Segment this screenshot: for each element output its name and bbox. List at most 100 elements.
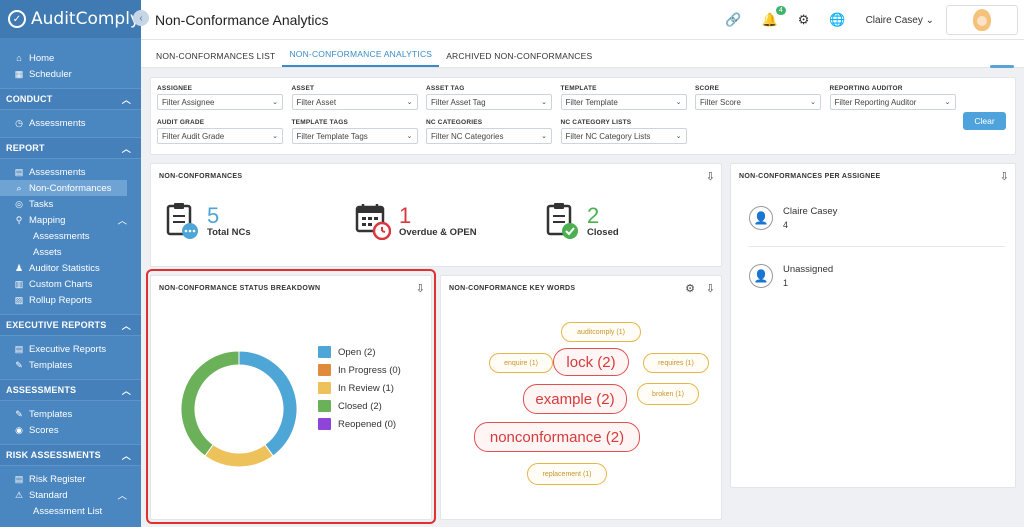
filter-select[interactable]: Filter Template ⌄ (560, 94, 687, 110)
stat-total-value: 5 (207, 202, 220, 228)
user-name: Claire Casey (865, 14, 923, 26)
bell-icon[interactable]: 🔔 4 (762, 6, 786, 28)
keyword-tag[interactable]: auditcomply (1) (561, 322, 641, 342)
assignee-name: Claire Casey (783, 206, 838, 217)
sidebar-item-mapping[interactable]: ⚲ Mapping ︿ (0, 212, 141, 228)
filter-score: SCORE Filter Score ⌄ (695, 85, 821, 110)
filter-select[interactable]: Filter Reporting Auditor ⌄ (829, 94, 956, 110)
section-title: CONDUCT (6, 94, 53, 104)
section-title: REPORT (6, 143, 45, 153)
keyword-tag[interactable]: example (2) (523, 384, 627, 414)
sidebar-item-risk-register[interactable]: ▤ Risk Register (0, 471, 141, 487)
stat-closed-value: 2 (587, 202, 600, 228)
donut-slice-closed[interactable] (180, 350, 240, 457)
filter-select[interactable]: Filter NC Category Lists ⌄ (560, 128, 687, 144)
sidebar-item-templates[interactable]: ✎ Templates (0, 406, 141, 422)
filter-placeholder: Filter Asset (296, 97, 337, 107)
cloud-download-icon[interactable]: ⇩ (706, 282, 715, 295)
sidebar-section-assessments[interactable]: ASSESSMENTS ︿ (0, 379, 141, 401)
sidebar-item-non-conformances[interactable]: ⌕ Non-Conformances (0, 180, 127, 196)
user-icon: 👤 (749, 206, 773, 230)
sidebar-item-label: Home (29, 52, 55, 64)
tab-non-conformance-analytics[interactable]: NON-CONFORMANCE ANALYTICS (282, 49, 440, 67)
sidebar-item-assessments[interactable]: ◷ Assessments (0, 115, 141, 131)
chevron-up-icon: ︿ (121, 450, 131, 461)
filter-select[interactable]: Filter Asset Tag ⌄ (426, 94, 552, 110)
sidebar-item-tasks[interactable]: ◎ Tasks (0, 196, 141, 212)
sidebar-item-auditor-statistics[interactable]: ♟ Auditor Statistics (0, 260, 141, 276)
sidebar-item-assessments[interactable]: Assessments (0, 228, 141, 244)
legend-item[interactable]: In Progress (0) (318, 361, 401, 379)
link-icon[interactable]: 🔗 (725, 12, 741, 28)
tab-archived-non-conformances[interactable]: ARCHIVED NON-CONFORMANCES (439, 51, 599, 67)
gear-icon[interactable]: ⚙ (685, 282, 695, 295)
keyword-tag[interactable]: enquire (1) (489, 353, 553, 373)
filter-label: ASSET (291, 85, 315, 92)
keyword-tag[interactable]: nonconformance (2) (474, 422, 640, 452)
sidebar-item-standard[interactable]: ⚠ Standard ︿ (0, 487, 141, 503)
brand[interactable]: ✓ AuditComply (0, 0, 141, 38)
sidebar-item-rollup-reports[interactable]: ▨ Rollup Reports (0, 292, 141, 308)
filter-placeholder: Filter Template Tags (296, 131, 368, 141)
sidebar-section-executive-reports[interactable]: EXECUTIVE REPORTS ︿ (0, 314, 141, 336)
sidebar-item-scores[interactable]: ◉ Scores (0, 422, 141, 438)
assignee-row[interactable]: 👤 Claire Casey 4 (749, 206, 837, 230)
sidebar-item-assets[interactable]: Assets (0, 244, 141, 260)
sidebar-item-custom-charts[interactable]: ▥ Custom Charts (0, 276, 141, 292)
tab-non-conformances-list[interactable]: NON-CONFORMANCES LIST (149, 51, 282, 67)
sidebar-item-executive-reports[interactable]: ▤ Executive Reports (0, 341, 141, 357)
keyword-tag[interactable]: requires (1) (643, 353, 709, 373)
filter-nc-categories: NC CATEGORIES Filter NC Categories ⌄ (426, 119, 552, 144)
legend-label: Reopened (0) (338, 418, 397, 430)
gear-icon[interactable]: ⚙ (798, 12, 810, 28)
sidebar-item-assessments[interactable]: ▤ Assessments (0, 164, 141, 180)
filter-placeholder: Filter Audit Grade (162, 131, 225, 141)
assignee-row[interactable]: 👤 Unassigned 1 (749, 264, 833, 288)
cloud-download-icon[interactable]: ⇩ (706, 170, 715, 183)
sidebar-item-home[interactable]: ⌂ Home (0, 50, 141, 66)
legend-item[interactable]: Open (2) (318, 343, 401, 361)
sidebar-item-label: Assessment List (33, 505, 103, 517)
assignee-card-title: NON-CONFORMANCES PER ASSIGNEE (739, 173, 881, 180)
sidebar-item-scheduler[interactable]: ▦ Scheduler (0, 66, 141, 82)
filter-select[interactable]: Filter Score ⌄ (695, 94, 821, 110)
sidebar-section-risk-assessments[interactable]: RISK ASSESSMENTS ︿ (0, 444, 141, 466)
edit-icon: ✎ (15, 359, 23, 370)
user-menu[interactable]: Claire Casey ⌄ (866, 15, 934, 26)
sidebar-section-report[interactable]: REPORT ︿ (0, 137, 141, 159)
keyword-tag[interactable]: replacement (1) (527, 463, 607, 485)
chevron-down-icon: ⌄ (810, 99, 816, 106)
clear-button[interactable]: Clear (963, 112, 1006, 130)
sidebar-item-label: Scheduler (29, 68, 72, 80)
sidebar-item-label: Executive Reports (29, 343, 107, 355)
keyword-tag[interactable]: broken (1) (637, 383, 699, 405)
filter-template: TEMPLATE Filter Template ⌄ (560, 85, 687, 110)
legend-item[interactable]: Closed (2) (318, 397, 401, 415)
stat-total-label: Total NCs (207, 226, 251, 238)
filter-label: TEMPLATE TAGS (291, 119, 349, 126)
filter-select[interactable]: Filter Audit Grade ⌄ (157, 128, 283, 144)
filter-select[interactable]: Filter Template Tags ⌄ (291, 128, 418, 144)
tab-bar: NON-CONFORMANCES LIST NON-CONFORMANCE ANA… (141, 40, 1024, 68)
collapse-sidebar-button[interactable]: ‹ (133, 10, 149, 26)
keyword-tag[interactable]: lock (2) (553, 348, 629, 376)
avatar[interactable] (946, 5, 1018, 35)
sidebar-section-conduct[interactable]: CONDUCT ︿ (0, 88, 141, 110)
filter-select[interactable]: Filter Assignee ⌄ (157, 94, 283, 110)
chart-icon: ▥ (14, 278, 24, 289)
filter-select[interactable]: Filter Asset ⌄ (291, 94, 418, 110)
filter-label: NC CATEGORY LISTS (560, 119, 632, 126)
chart-legend: Open (2) In Progress (0) In Review (1) Clos… (318, 343, 401, 433)
sidebar-item-label: Assessments (29, 166, 86, 178)
donut-slice-open[interactable] (238, 350, 298, 457)
filter-label: ASSIGNEE (157, 85, 193, 92)
sidebar-item-templates[interactable]: ✎ Templates (0, 357, 141, 373)
legend-item[interactable]: Reopened (0) (318, 415, 401, 433)
legend-item[interactable]: In Review (1) (318, 379, 401, 397)
cloud-download-icon[interactable]: ⇩ (416, 282, 425, 295)
donut-slice-in-review[interactable] (204, 443, 274, 468)
cloud-download-icon[interactable]: ⇩ (1000, 170, 1009, 183)
globe-icon[interactable]: 🌐 (829, 12, 845, 28)
filter-select[interactable]: Filter NC Categories ⌄ (426, 128, 552, 144)
sidebar-item-assessment-list[interactable]: Assessment List (0, 503, 141, 519)
